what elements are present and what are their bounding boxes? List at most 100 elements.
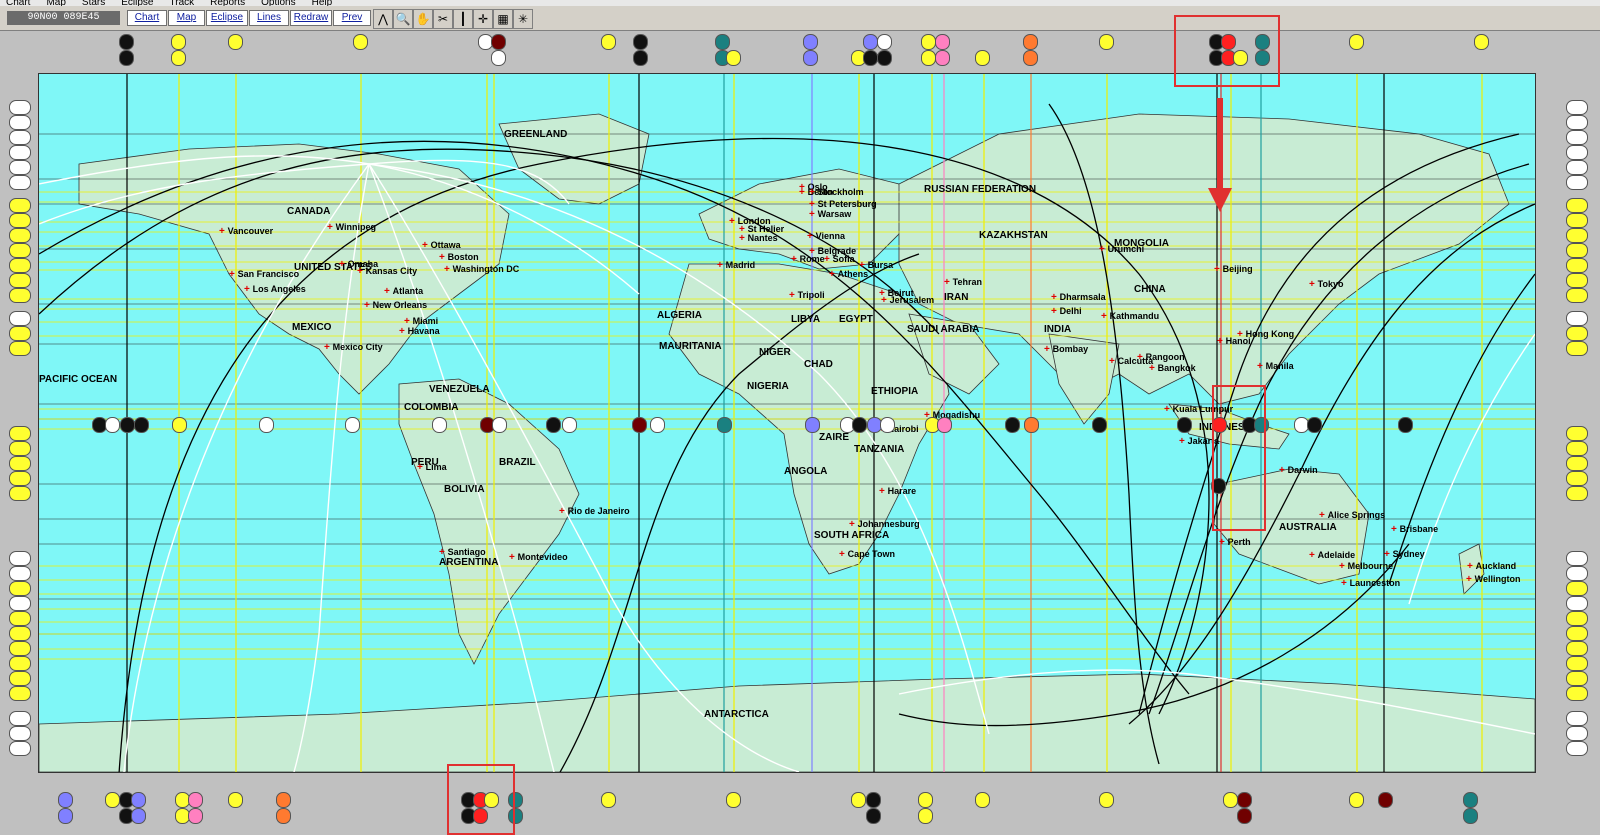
hand-icon[interactable]: ✋: [413, 9, 433, 29]
planet-glyph-icon[interactable]: [650, 417, 665, 433]
planet-strip-glyph-icon[interactable]: [935, 34, 950, 50]
city-label[interactable]: + Vancouver: [219, 226, 273, 237]
side-planet-glyph-icon[interactable]: [9, 551, 31, 566]
map-button[interactable]: Map: [168, 10, 205, 26]
planet-strip-glyph-icon[interactable]: [918, 808, 933, 824]
planet-strip-glyph-icon[interactable]: [633, 34, 648, 50]
planet-strip-glyph-icon[interactable]: [171, 50, 186, 66]
city-label[interactable]: + Madrid: [717, 260, 755, 271]
city-label[interactable]: + Boston: [439, 252, 479, 263]
city-label[interactable]: + Warsaw: [809, 209, 851, 220]
side-planet-glyph-icon[interactable]: [1566, 726, 1588, 741]
planet-strip-glyph-icon[interactable]: [131, 792, 146, 808]
planet-strip-glyph-icon[interactable]: [188, 808, 203, 824]
side-planet-glyph-icon[interactable]: [1566, 566, 1588, 581]
city-label[interactable]: + New Orleans: [364, 300, 427, 311]
lines-tool-icon[interactable]: ⋀: [373, 9, 393, 29]
side-planet-glyph-icon[interactable]: [1566, 581, 1588, 596]
city-label[interactable]: + Kansas City: [357, 266, 417, 277]
side-planet-glyph-icon[interactable]: [9, 228, 31, 243]
city-label[interactable]: + Stockholm: [809, 187, 864, 198]
side-planet-glyph-icon[interactable]: [9, 273, 31, 288]
planet-glyph-icon[interactable]: [1024, 417, 1039, 433]
side-planet-glyph-icon[interactable]: [1566, 711, 1588, 726]
planet-strip-glyph-icon[interactable]: [58, 808, 73, 824]
side-planet-glyph-icon[interactable]: [1566, 130, 1588, 145]
city-label[interactable]: + Bangkok: [1149, 363, 1196, 374]
redraw-button[interactable]: Redraw: [290, 10, 332, 26]
city-label[interactable]: + Tripoli: [789, 290, 825, 301]
side-planet-glyph-icon[interactable]: [9, 145, 31, 160]
city-label[interactable]: + Rio de Janeiro: [559, 506, 630, 517]
planet-strip-glyph-icon[interactable]: [228, 34, 243, 50]
planet-strip-glyph-icon[interactable]: [119, 34, 134, 50]
planet-glyph-icon[interactable]: [432, 417, 447, 433]
planet-strip-glyph-icon[interactable]: [131, 808, 146, 824]
side-planet-glyph-icon[interactable]: [9, 566, 31, 581]
prev-button[interactable]: Prev: [333, 10, 371, 26]
side-planet-glyph-icon[interactable]: [1566, 258, 1588, 273]
side-planet-glyph-icon[interactable]: [9, 626, 31, 641]
planet-strip-glyph-icon[interactable]: [877, 34, 892, 50]
planet-strip-glyph-icon[interactable]: [1223, 792, 1238, 808]
city-label[interactable]: + Atlanta: [384, 286, 423, 297]
side-planet-glyph-icon[interactable]: [9, 611, 31, 626]
city-label[interactable]: + Sofia: [824, 254, 855, 265]
side-planet-glyph-icon[interactable]: [9, 456, 31, 471]
city-label[interactable]: + Auckland: [1467, 561, 1516, 572]
city-label[interactable]: + San Francisco: [229, 269, 299, 280]
planet-glyph-icon[interactable]: [1398, 417, 1413, 433]
side-planet-glyph-icon[interactable]: [9, 596, 31, 611]
planet-glyph-icon[interactable]: [852, 417, 867, 433]
city-label[interactable]: + Bombay: [1044, 344, 1088, 355]
side-planet-glyph-icon[interactable]: [1566, 596, 1588, 611]
planet-strip-glyph-icon[interactable]: [601, 34, 616, 50]
side-planet-glyph-icon[interactable]: [1566, 228, 1588, 243]
planet-glyph-icon[interactable]: [134, 417, 149, 433]
side-planet-glyph-icon[interactable]: [9, 213, 31, 228]
side-planet-glyph-icon[interactable]: [9, 641, 31, 656]
side-planet-glyph-icon[interactable]: [9, 288, 31, 303]
planet-strip-glyph-icon[interactable]: [1023, 50, 1038, 66]
side-planet-glyph-icon[interactable]: [9, 441, 31, 456]
planet-glyph-icon[interactable]: [562, 417, 577, 433]
planet-strip-glyph-icon[interactable]: [918, 792, 933, 808]
side-planet-glyph-icon[interactable]: [9, 486, 31, 501]
city-label[interactable]: + Rangoon: [1137, 352, 1185, 363]
city-label[interactable]: + Alice Springs: [1319, 510, 1385, 521]
planet-strip-glyph-icon[interactable]: [803, 50, 818, 66]
city-label[interactable]: + Tehran: [944, 277, 982, 288]
planet-strip-glyph-icon[interactable]: [491, 50, 506, 66]
city-label[interactable]: + Johannesburg: [849, 519, 920, 530]
planet-glyph-icon[interactable]: [105, 417, 120, 433]
side-planet-glyph-icon[interactable]: [9, 581, 31, 596]
side-planet-glyph-icon[interactable]: [1566, 441, 1588, 456]
side-planet-glyph-icon[interactable]: [9, 258, 31, 273]
side-planet-glyph-icon[interactable]: [1566, 611, 1588, 626]
city-label[interactable]: + Melbourne: [1339, 561, 1393, 572]
city-label[interactable]: + Ottawa: [422, 240, 461, 251]
side-planet-glyph-icon[interactable]: [9, 426, 31, 441]
side-planet-glyph-icon[interactable]: [1566, 288, 1588, 303]
planet-strip-glyph-icon[interactable]: [877, 50, 892, 66]
city-label[interactable]: + Dharmsala: [1051, 292, 1106, 303]
planet-glyph-icon[interactable]: [1092, 417, 1107, 433]
side-planet-glyph-icon[interactable]: [9, 175, 31, 190]
planet-strip-glyph-icon[interactable]: [863, 50, 878, 66]
side-planet-glyph-icon[interactable]: [9, 741, 31, 756]
city-label[interactable]: + Darwin: [1279, 465, 1318, 476]
planet-strip-glyph-icon[interactable]: [1237, 808, 1252, 824]
planet-glyph-icon[interactable]: [880, 417, 895, 433]
planet-glyph-icon[interactable]: [259, 417, 274, 433]
city-label[interactable]: + Kathmandu: [1101, 311, 1159, 322]
chart-button[interactable]: Chart: [127, 10, 167, 26]
side-planet-glyph-icon[interactable]: [9, 656, 31, 671]
lines-button[interactable]: Lines: [249, 10, 289, 26]
city-label[interactable]: + Washington DC: [444, 264, 519, 275]
side-planet-glyph-icon[interactable]: [1566, 341, 1588, 356]
planet-strip-glyph-icon[interactable]: [1463, 792, 1478, 808]
city-label[interactable]: + Urumchi: [1099, 244, 1144, 255]
planet-strip-glyph-icon[interactable]: [1099, 34, 1114, 50]
planet-strip-glyph-icon[interactable]: [803, 34, 818, 50]
city-label[interactable]: + Launceston: [1341, 578, 1400, 589]
